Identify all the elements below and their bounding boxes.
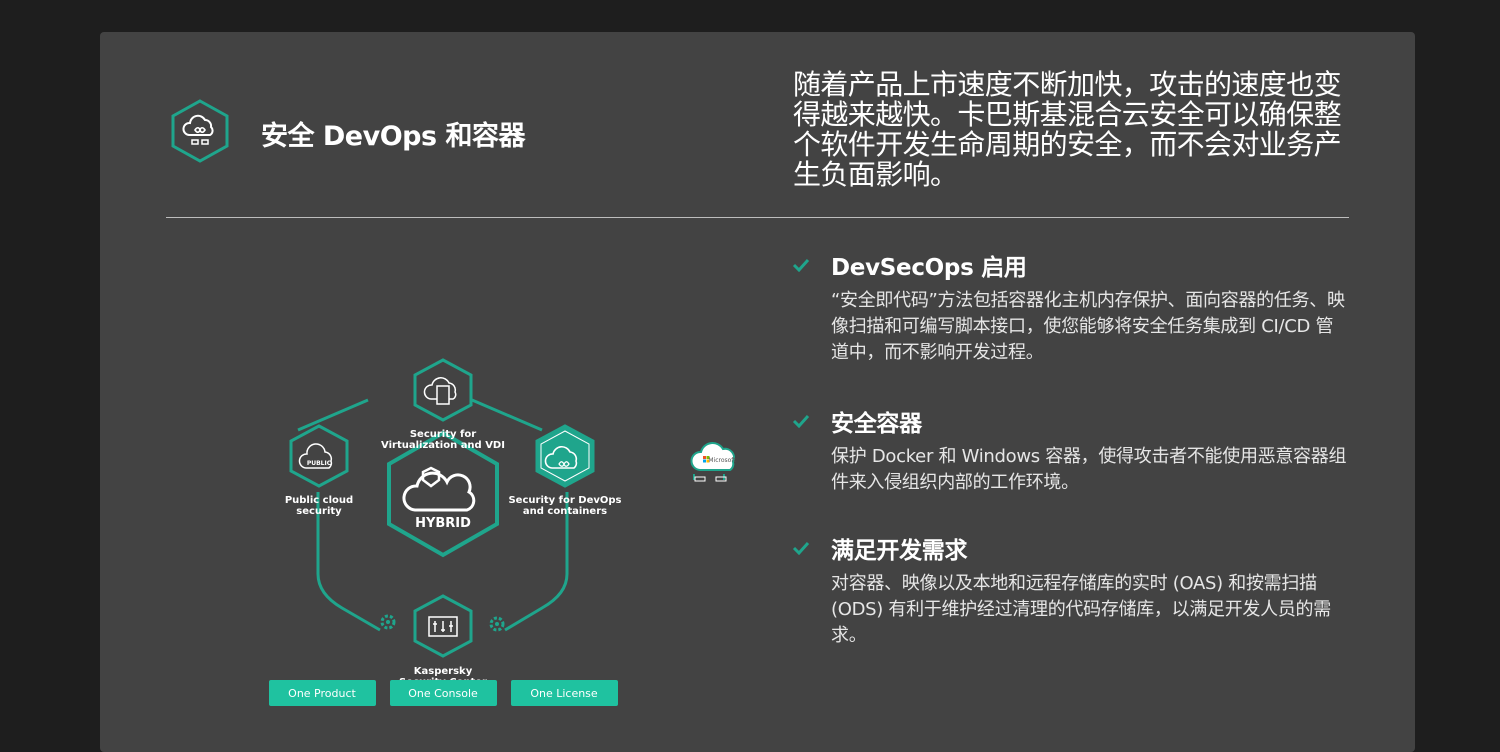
feature-title: 满足开发需求 — [831, 538, 968, 564]
section-title: 安全 DevOps 和容器 — [261, 121, 525, 152]
check-icon — [792, 258, 810, 272]
devops-card: 安全 DevOps 和容器 随着产品上市速度不断加快，攻击的速度也变得越来越快。… — [100, 32, 1415, 752]
feature-devsecops: DevSecOps 启用 “安全即代码”方法包括容器化主机内存保护、面向容器的任… — [790, 248, 1350, 366]
pill-one-console-label: One Console — [408, 687, 478, 700]
feature-title: DevSecOps 启用 — [831, 255, 1027, 281]
hybrid-cloud-diagram: HYBRID Security for Virtualization and V… — [285, 358, 736, 688]
security-center-node: Kaspersky Security Center — [399, 594, 487, 688]
hybrid-center: HYBRID — [387, 430, 499, 558]
microsoft-cloud-icon: Microsoft — [690, 442, 736, 482]
check-icon — [792, 414, 810, 428]
cloud-infinity-icon — [171, 99, 229, 163]
devops-node: Security for DevOps and containers — [508, 424, 622, 517]
check-icon — [792, 541, 810, 555]
microsoft-label: Microsoft — [708, 457, 736, 464]
pill-one-license-label: One License — [530, 687, 598, 700]
feature-body: 保护 Docker 和 Windows 容器，使得攻击者不能使用恶意容器组件来入… — [831, 446, 1347, 493]
security-center-label-1: Kaspersky — [414, 666, 473, 677]
public-cloud-label-2: security — [296, 506, 342, 517]
devops-label-2: and containers — [523, 506, 607, 517]
public-cloud-label-1: Public cloud — [285, 495, 353, 506]
devops-label-1: Security for DevOps — [508, 495, 621, 506]
feature-dev-needs: 满足开发需求 对容器、映像以及本地和远程存储库的实时 (OAS) 和按需扫描 (… — [790, 531, 1350, 649]
hybrid-label: HYBRID — [415, 516, 471, 531]
divider — [166, 217, 1349, 218]
server-icon — [436, 385, 450, 405]
shield-icon — [421, 466, 441, 488]
feature-list: DevSecOps 启用 “安全即代码”方法包括容器化主机内存保护、面向容器的任… — [790, 244, 1350, 649]
feature-body: 对容器、映像以及本地和远程存储库的实时 (OAS) 和按需扫描 (ODS) 有利… — [831, 573, 1331, 646]
pill-row: One Product One Console One License — [269, 680, 618, 706]
feature-body: “安全即代码”方法包括容器化主机内存保护、面向容器的任务、映像扫描和可编写脚本接… — [831, 290, 1345, 363]
feature-title: 安全容器 — [831, 411, 922, 437]
public-badge: PUBLIC — [307, 460, 332, 467]
public-cloud-node: PUBLIC Public cloud security — [285, 424, 353, 517]
feature-secure-containers: 安全容器 保护 Docker 和 Windows 容器，使得攻击者不能使用恶意容… — [790, 404, 1350, 496]
pill-one-product-label: One Product — [288, 687, 356, 700]
gear-icon — [380, 614, 396, 630]
lead-paragraph: 随着产品上市速度不断加快，攻击的速度也变得越来越快。卡巴斯基混合云安全可以确保整… — [793, 68, 1342, 191]
virtualization-label-1: Security for — [410, 429, 476, 440]
virtualization-label-2: Virtualization and VDI — [381, 440, 505, 451]
gear-icon — [489, 616, 505, 632]
